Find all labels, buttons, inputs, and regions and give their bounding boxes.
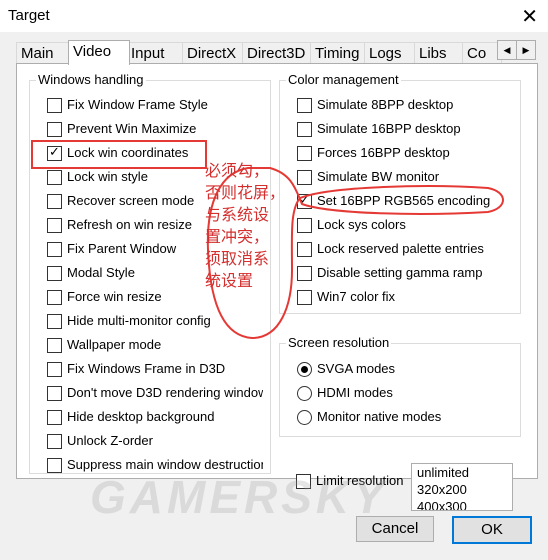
annotation-line: 置冲突， bbox=[205, 227, 270, 246]
watermark-text: GAMERSKY bbox=[90, 471, 388, 523]
annotation-text: 必须勾， 否则花屏， 与系统设 置冲突， 须取消系 统设置 bbox=[205, 160, 295, 292]
annotation-line: 否则花屏， bbox=[205, 183, 286, 202]
annotation-line: 与系统设 bbox=[205, 205, 270, 224]
annotation-line: 须取消系 bbox=[205, 249, 270, 268]
annotation-line: 必须勾， bbox=[205, 161, 270, 180]
tab-label: Video bbox=[73, 43, 112, 60]
tab-video[interactable]: Video bbox=[68, 40, 130, 65]
annotation-line: 统设置 bbox=[205, 271, 254, 290]
